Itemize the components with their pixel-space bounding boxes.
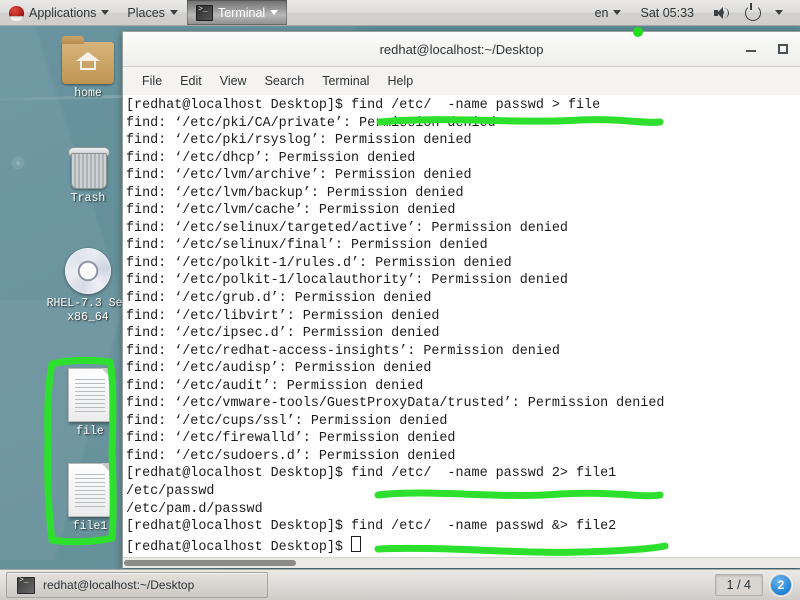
chevron-down-icon — [101, 10, 110, 15]
terminal-cursor — [351, 535, 361, 552]
terminal-line: [redhat@localhost Desktop]$ find /etc/ -… — [126, 519, 617, 535]
keyboard-layout-label: en — [594, 5, 609, 20]
terminal-line: find: ‘/etc/polkit-1/rules.d’: Permissio… — [126, 255, 512, 271]
terminal-line: find: ‘/etc/firewalld’: Permission denie… — [126, 431, 456, 447]
terminal-line: find: ‘/etc/sudoers.d’: Permission denie… — [126, 448, 456, 464]
keyboard-layout-menu[interactable]: en — [586, 0, 631, 25]
menu-search[interactable]: Search — [256, 71, 314, 91]
taskbar-status-area: 1 / 4 2 — [714, 574, 794, 596]
maximize-icon[interactable] — [776, 42, 790, 56]
horizontal-scrollbar[interactable] — [123, 557, 800, 568]
terminal-line: find: ‘/etc/selinux/targeted/active’: Pe… — [126, 220, 568, 236]
applications-menu-label: Applications — [29, 5, 97, 20]
terminal-line: find: ‘/etc/vmware-tools/GuestProxyData/… — [126, 396, 665, 412]
terminal-line: find: ‘/etc/cups/ssl’: Permission denied — [126, 413, 448, 429]
home-folder-icon — [62, 36, 114, 84]
redhat-logo-icon — [9, 5, 24, 21]
terminal-line: find: ‘/etc/ipsec.d’: Permission denied — [126, 326, 440, 342]
terminal-line: find: ‘/etc/redhat-access-insights’: Per… — [126, 343, 560, 359]
trash-icon — [68, 145, 110, 189]
terminal-line: find: ‘/etc/polkit-1/localauthority’: Pe… — [126, 273, 568, 289]
terminal-line: /etc/passwd — [126, 484, 215, 500]
active-application-menu[interactable]: Terminal — [186, 0, 288, 25]
terminal-line: find: ‘/etc/pki/rsyslog’: Permission den… — [126, 133, 472, 149]
terminal-line: find: ‘/etc/pki/CA/private’: Permission … — [126, 115, 496, 131]
chevron-down-icon — [270, 10, 279, 15]
terminal-line: find: ‘/etc/grub.d’: Permission denied — [126, 291, 432, 307]
menu-help[interactable]: Help — [378, 71, 422, 91]
terminal-line: find: ‘/etc/audisp’: Permission denied — [126, 361, 432, 377]
places-menu-label: Places — [127, 5, 165, 20]
terminal-window[interactable]: redhat@localhost:~/Desktop File Edit Vie… — [122, 31, 800, 568]
chevron-down-icon — [775, 10, 783, 15]
document-icon — [68, 368, 112, 422]
terminal-titlebar[interactable]: redhat@localhost:~/Desktop — [123, 32, 800, 67]
taskbar-window-button[interactable]: redhat@localhost:~/Desktop — [6, 572, 268, 598]
terminal-prompt: [redhat@localhost Desktop]$ — [126, 539, 351, 555]
terminal-line: find: ‘/etc/selinux/final’: Permission d… — [126, 238, 488, 254]
terminal-icon — [17, 576, 35, 594]
taskbar-window-label: redhat@localhost:~/Desktop — [43, 578, 195, 592]
scrollbar-thumb[interactable] — [124, 560, 296, 566]
top-panel-status-area: en Sat 05:33 — [586, 0, 800, 25]
system-status-menu[interactable] — [704, 0, 792, 25]
terminal-menubar: File Edit View Search Terminal Help — [123, 67, 800, 96]
terminal-line: find: ‘/etc/lvm/cache’: Permission denie… — [126, 203, 456, 219]
terminal-title: redhat@localhost:~/Desktop — [379, 41, 544, 57]
optical-disc-icon — [65, 248, 111, 294]
minimize-icon[interactable] — [744, 42, 758, 56]
applications-menu[interactable]: Applications — [0, 0, 118, 25]
terminal-line: find: ‘/etc/audit’: Permission denied — [126, 378, 424, 394]
workspace-indicator[interactable]: 1 / 4 — [714, 574, 763, 596]
speaker-icon — [713, 6, 729, 20]
terminal-prompt-line: [redhat@localhost Desktop]$ — [126, 535, 800, 557]
terminal-line: find: ‘/etc/lvm/backup’: Permission deni… — [126, 185, 464, 201]
terminal-line: find: ‘/etc/libvirt’: Permission denied — [126, 308, 440, 324]
clock[interactable]: Sat 05:33 — [632, 6, 702, 20]
document-icon — [68, 463, 112, 517]
chevron-down-icon — [613, 10, 622, 15]
window-controls — [744, 32, 790, 66]
chevron-down-icon — [169, 10, 178, 15]
places-menu[interactable]: Places — [118, 0, 187, 25]
top-panel: Applications Places Terminal en Sat 05:3… — [0, 0, 800, 26]
power-icon — [745, 2, 761, 21]
menu-file[interactable]: File — [133, 71, 171, 91]
menu-view[interactable]: View — [211, 71, 256, 91]
terminal-text: [redhat@localhost Desktop]$ find /etc/ -… — [123, 95, 800, 556]
terminal-line: find: ‘/etc/lvm/archive’: Permission den… — [126, 168, 472, 184]
terminal-line: /etc/pam.d/passwd — [126, 501, 263, 517]
taskbar: redhat@localhost:~/Desktop 1 / 4 2 — [0, 569, 800, 600]
terminal-icon — [195, 4, 213, 21]
terminal-line: [redhat@localhost Desktop]$ find /etc/ -… — [126, 98, 601, 113]
menu-terminal[interactable]: Terminal — [313, 71, 378, 91]
menu-edit[interactable]: Edit — [171, 71, 211, 91]
notification-badge[interactable]: 2 — [770, 574, 792, 596]
terminal-line: find: ‘/etc/dhcp’: Permission denied — [126, 150, 416, 166]
terminal-line: [redhat@localhost Desktop]$ find /etc/ -… — [126, 466, 617, 482]
terminal-output-area[interactable]: [redhat@localhost Desktop]$ find /etc/ -… — [123, 95, 800, 558]
active-application-label: Terminal — [217, 5, 266, 20]
